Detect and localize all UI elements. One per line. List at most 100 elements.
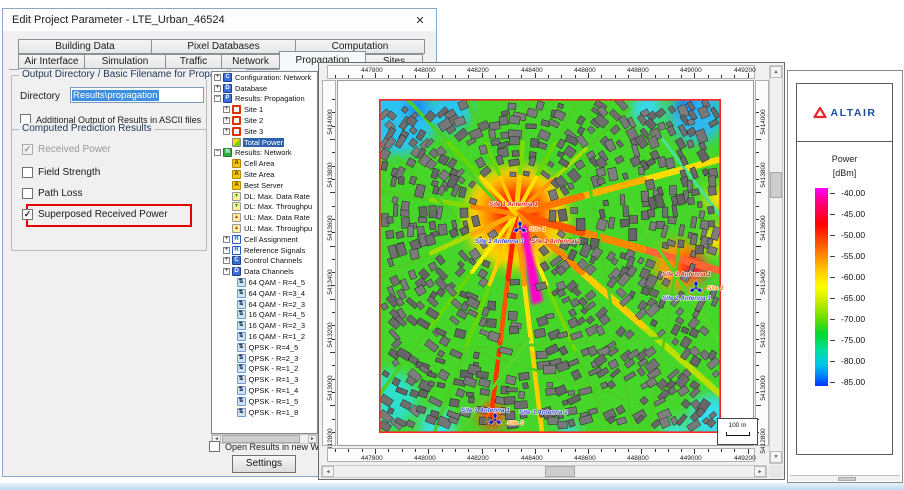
y-tick-label: 5413600 xyxy=(326,215,334,241)
checkbox-box-received-power[interactable]: ✓ xyxy=(22,144,33,155)
site-label: Site 1 xyxy=(529,226,546,233)
tab-pixel-databases[interactable]: Pixel Databases xyxy=(151,39,296,54)
tree-icon-spin: ⇅ xyxy=(236,299,246,309)
computed-group-title: Computed Prediction Results xyxy=(19,123,155,134)
tree-icon-green: N xyxy=(223,148,232,158)
y-tick-label: 5413800 xyxy=(326,162,334,188)
expand-icon[interactable]: + xyxy=(214,73,221,81)
tree-item-results-propagation[interactable]: − P Results: Propagation xyxy=(212,94,317,105)
checkbox-field-strength[interactable]: Field Strength xyxy=(22,167,100,178)
tree-item-label: DL: Max. Data Rate xyxy=(244,191,310,201)
tree-icon-spin: ⇅ xyxy=(236,396,246,406)
map-scroll-right-icon[interactable]: ► xyxy=(754,466,766,477)
expand-icon[interactable]: + xyxy=(214,84,221,92)
tree-item-qpsk-r-1-4[interactable]: ⇅ QPSK - R=1_4 xyxy=(212,385,317,396)
map-vscrollbar-thumb[interactable] xyxy=(770,172,782,198)
tree-item-dl-max-throughpu[interactable]: ▼ DL: Max. Throughpu xyxy=(212,202,317,213)
map-scroll-left-icon[interactable]: ◄ xyxy=(322,466,334,477)
tree-item-label: DL: Max. Throughpu xyxy=(244,202,313,212)
tree-item-reference-signals[interactable]: + R Reference Signals xyxy=(212,245,317,256)
tree-item-site-3[interactable]: + Site 3 xyxy=(212,126,317,137)
expand-icon[interactable]: + xyxy=(223,117,230,125)
legend-tick xyxy=(830,361,835,362)
tree-icon-spin: ⇅ xyxy=(236,332,246,342)
tree-item-database[interactable]: + D Database xyxy=(212,83,317,94)
expand-icon[interactable]: + xyxy=(223,106,230,114)
dialog-titlebar[interactable]: Edit Project Parameter - LTE_Urban_46524… xyxy=(3,9,436,31)
checkbox-box-superposed-received-power[interactable]: ✓ xyxy=(22,209,33,220)
tree-item-site-1[interactable]: + Site 1 xyxy=(212,104,317,115)
tab-building-data[interactable]: Building Data xyxy=(18,39,152,54)
tab-network[interactable]: Network xyxy=(221,54,280,69)
checkbox-superposed-received-power[interactable]: ✓ Superposed Received Power xyxy=(22,209,168,220)
heatmap-layer xyxy=(379,99,721,433)
map-vertical-scrollbar[interactable]: ▲ ▼ xyxy=(769,65,783,464)
expand-icon[interactable]: + xyxy=(223,268,230,276)
tab-air-interface[interactable]: Air Interface xyxy=(18,54,85,69)
tree-item-cell-area[interactable]: A Cell Area xyxy=(212,158,317,169)
tab-traffic[interactable]: Traffic xyxy=(165,54,222,69)
close-icon[interactable]: ✕ xyxy=(404,9,436,31)
tree-item-ul-max-throughpu[interactable]: ▲ UL: Max. Throughpu xyxy=(212,223,317,234)
tree-item-qpsk-r-1-2[interactable]: ⇅ QPSK - R=1_2 xyxy=(212,364,317,375)
legend-color-gradient xyxy=(815,188,828,386)
tree-item-site-2[interactable]: + Site 2 xyxy=(212,115,317,126)
checkbox-box-path-loss[interactable] xyxy=(22,188,33,199)
expand-icon[interactable]: + xyxy=(223,235,230,243)
settings-button[interactable]: Settings xyxy=(232,455,296,473)
tree-item-label: QPSK - R=1_4 xyxy=(248,386,299,395)
open-results-checkbox-box[interactable] xyxy=(209,441,220,452)
legend-scrollbar-thumb[interactable] xyxy=(838,477,856,481)
legend-horizontal-scrollbar[interactable] xyxy=(790,475,900,481)
x-tick-label: 449000 xyxy=(680,67,702,74)
tree-item-configuration-network[interactable]: + C Configuration: Network xyxy=(212,72,317,83)
tree-item-cell-assignment[interactable]: + R Cell Assignment xyxy=(212,234,317,245)
tree-item-control-channels[interactable]: + C Control Channels xyxy=(212,256,317,267)
checkbox-box-field-strength[interactable] xyxy=(22,167,33,178)
tree-icon-spin: ⇅ xyxy=(236,386,246,395)
tree-item-16-qam-r-2-3[interactable]: ⇅ 16 QAM - R=2_3 xyxy=(212,320,317,331)
tree-item-qpsk-r-2-3[interactable]: ⇅ QPSK - R=2_3 xyxy=(212,353,317,364)
tree-item-results-network[interactable]: − N Results: Network xyxy=(212,148,317,159)
tree-item-qpsk-r-1-3[interactable]: ⇅ QPSK - R=1_3 xyxy=(212,374,317,385)
tree-item-64-qam-r-3-4[interactable]: ⇅ 64 QAM - R=3_4 xyxy=(212,288,317,299)
tree-item-best-server[interactable]: A Best Server xyxy=(212,180,317,191)
map-scroll-down-icon[interactable]: ▼ xyxy=(770,451,782,463)
tree-item-ul-max-data-rate[interactable]: ▲ UL: Max. Data Rate xyxy=(212,212,317,223)
site-label: Site 3 Antenna 1 xyxy=(461,407,510,414)
tree-item-qpsk-r-1-8[interactable]: ⇅ QPSK - R=1_8 xyxy=(212,407,317,418)
map-hscrollbar-thumb[interactable] xyxy=(545,466,575,477)
collapse-icon[interactable]: − xyxy=(214,149,221,157)
y-tick-label: 5413000 xyxy=(326,375,334,401)
tree-item-total-power[interactable]: Total Power xyxy=(212,137,317,148)
tree-item-dl-max-data-rate[interactable]: ▼ DL: Max. Data Rate xyxy=(212,191,317,202)
collapse-icon[interactable]: − xyxy=(214,95,221,103)
tree-icon-spin: ⇅ xyxy=(236,364,246,374)
tab-simulation[interactable]: Simulation xyxy=(84,54,166,69)
results-tree[interactable]: + C Configuration: Network + D Database − P Resu… xyxy=(211,71,318,434)
map-scroll-up-icon[interactable]: ▲ xyxy=(770,66,782,78)
propagation-heatmap[interactable]: Site 1 Antenna 1 Site 1 Site 1 Antenna 3 Si… xyxy=(379,99,725,433)
tree-item-16-qam-r-4-5[interactable]: ⇅ 16 QAM - R=4_5 xyxy=(212,310,317,321)
tree-item-label: Results: Network xyxy=(235,148,292,158)
tree-item-16-qam-r-1-2[interactable]: ⇅ 16 QAM - R=1_2 xyxy=(212,331,317,342)
tree-item-qpsk-r-1-5[interactable]: ⇅ QPSK - R=1_5 xyxy=(212,396,317,407)
legend-tick xyxy=(830,256,835,257)
checkbox-received-power[interactable]: ✓ Received Power xyxy=(22,144,111,155)
map-horizontal-scrollbar[interactable]: ◄ ► xyxy=(321,465,767,478)
tree-icon-blue: C xyxy=(232,256,241,266)
tree-item-data-channels[interactable]: + D Data Channels xyxy=(212,266,317,277)
directory-input[interactable]: Results\propagation xyxy=(70,87,204,103)
legend-value: -75.00 xyxy=(841,335,866,345)
tree-item-qpsk-r-4-5[interactable]: ⇅ QPSK - R=4_5 xyxy=(212,342,317,353)
expand-icon[interactable]: + xyxy=(223,246,230,254)
expand-icon[interactable]: + xyxy=(223,127,230,135)
checkbox-path-loss[interactable]: Path Loss xyxy=(22,188,82,199)
tree-item-label: 64 QAM - R=4_5 xyxy=(248,278,305,288)
site-label: Site 2 Antenna 3 xyxy=(662,295,711,302)
tree-item-site-area[interactable]: A Site Area xyxy=(212,169,317,180)
tree-item-64-qam-r-2-3[interactable]: ⇅ 64 QAM - R=2_3 xyxy=(212,299,317,310)
expand-icon[interactable]: + xyxy=(223,257,230,265)
legend-value: -60.00 xyxy=(841,272,866,282)
tree-item-64-qam-r-4-5[interactable]: ⇅ 64 QAM - R=4_5 xyxy=(212,277,317,288)
